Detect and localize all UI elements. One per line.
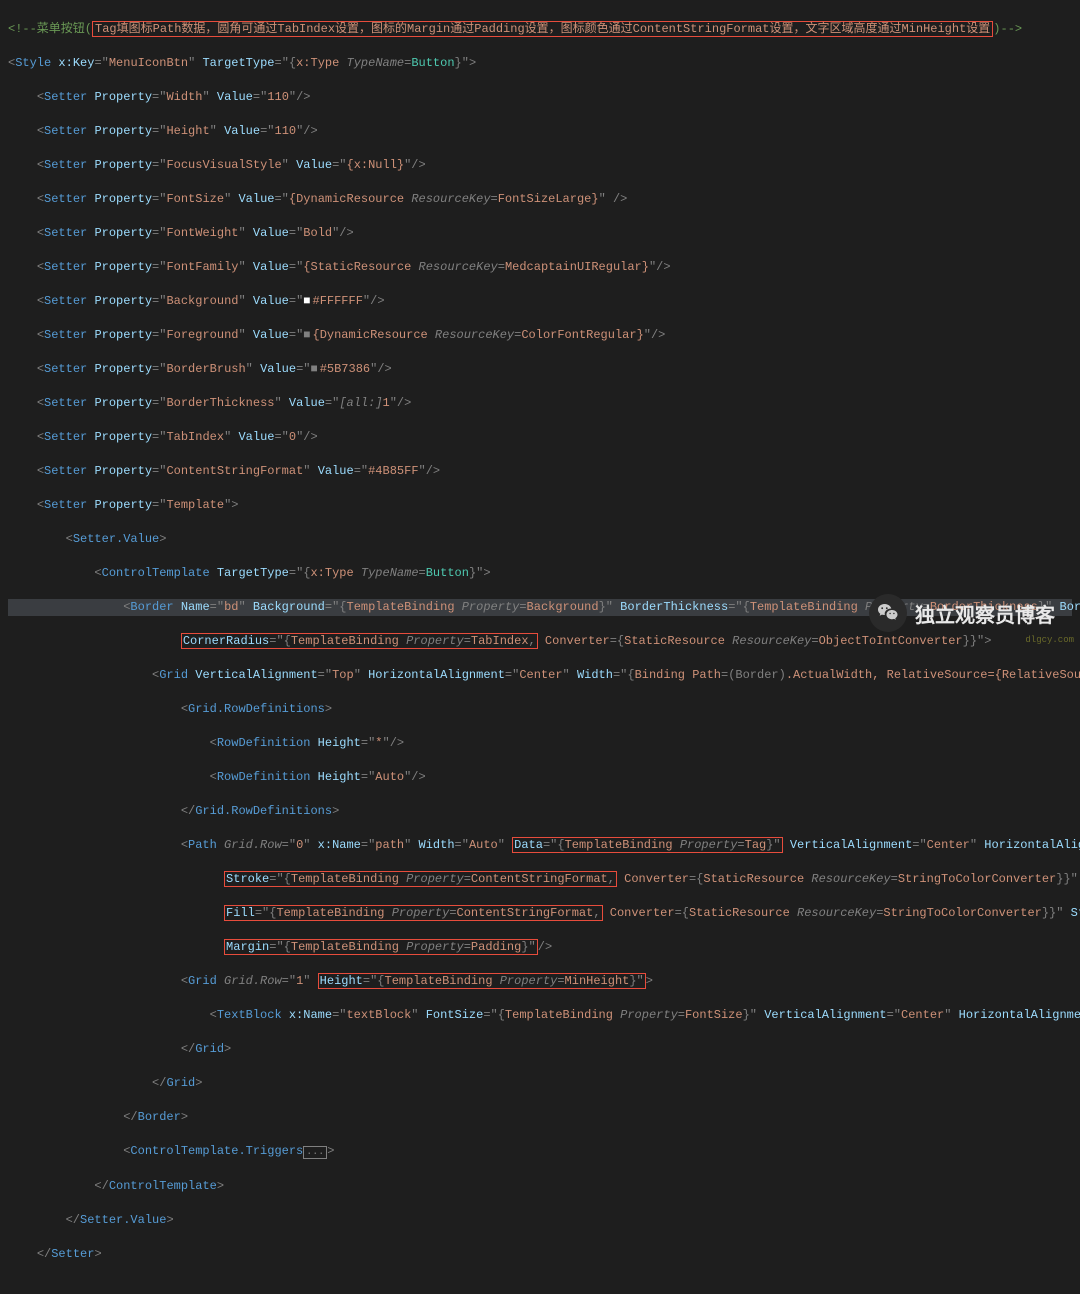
xaml-code-block: <!--菜单按钮(Tag填图标Path数据，圆角可通过TabIndex设置，图标…: [0, 0, 1080, 1294]
highlight-fill: Fill="{TemplateBinding Property=ContentS…: [224, 905, 603, 921]
watermark: 独立观察员博客: [869, 594, 1055, 632]
collapsed-region-icon[interactable]: ...: [303, 1146, 327, 1159]
highlight-height-minheight: Height="{TemplateBinding Property=MinHei…: [318, 973, 646, 989]
watermark-url: dlgcy.com: [1025, 635, 1074, 645]
highlight-data-tag: Data="{TemplateBinding Property=Tag}": [512, 837, 782, 853]
watermark-text: 独立观察员博客: [915, 599, 1055, 628]
comment-highlight: Tag填图标Path数据，圆角可通过TabIndex设置，图标的Margin通过…: [92, 21, 993, 37]
wechat-icon: [869, 594, 907, 632]
highlight-margin: Margin="{TemplateBinding Property=Paddin…: [224, 939, 538, 955]
highlight-stroke: Stroke="{TemplateBinding Property=Conten…: [224, 871, 617, 887]
